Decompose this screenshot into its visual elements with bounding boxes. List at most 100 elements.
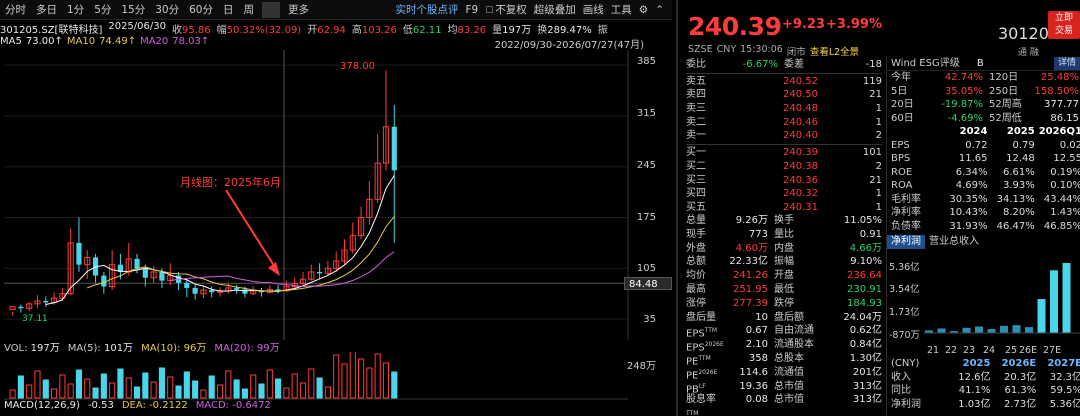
stats-row: EPS2026E 2.10 流通股本 0.84亿 [686,338,882,353]
forecast-year-1: 2025 [962,358,991,369]
period-intraday[interactable]: 分时 [0,0,31,20]
volume-bar [341,363,348,399]
overlay-button[interactable]: 超级叠加 [534,0,576,20]
stat-key-text: 涨停 [686,297,706,309]
stat-value-2: 11.05% [843,215,882,226]
forecast-value: 59.5% [1050,385,1080,396]
avg-key: 均 [447,25,458,36]
stat-key-text: 现手 [686,228,706,240]
kline-panel[interactable]: 分时 多日 1分 5分 15分 30分 60分 日 周 更多 实时个股点评 F9… [0,0,672,416]
stat-value-2: 24.04万 [843,311,882,323]
esg-detail-button[interactable]: 详情 [1053,57,1080,70]
forecast-currency: (CNY) [891,358,920,369]
period-week[interactable]: 周 [239,0,260,20]
fund-key: ROE [891,166,913,178]
ma10-key: MA10 [66,36,96,47]
stat-value-2: 0.84亿 [849,339,882,351]
stat-key: 现手 [686,228,726,242]
fund-value: 11.65 [958,153,988,164]
period-more[interactable]: 更多 [283,0,314,20]
stat-value-2: 184.93 [847,297,882,309]
forecast-year-2: 2026E [1001,358,1037,369]
volume-bar [175,385,182,399]
bids-volume: 1 [875,201,882,213]
bids-volume: 1 [875,188,882,200]
np-bar [1062,263,1071,333]
draw-line-button[interactable]: 画线 [583,0,604,20]
settings-icon[interactable]: ⚙ [639,0,648,20]
np-bar [1037,299,1046,333]
stat-key: 总额 [686,255,726,269]
fund-key: 净利率 [891,207,921,218]
asks-row: 卖一 240.40 2 [686,129,882,143]
stock-review-link[interactable]: 实时个股点评 [395,0,458,20]
kline-chart[interactable] [0,50,672,340]
amp-value: 50.32%(32.09) [226,25,302,36]
y-tick-105: 105 [636,263,656,274]
volume-bar [150,381,157,399]
np-bar [975,326,983,333]
fund-row: ROE 6.34% 6.61% 0.19% [887,166,1080,180]
volume-bar [42,379,49,399]
bids-price: 240.39 [783,147,818,159]
turn-value: 289.47% [547,25,592,36]
bids-row: 买一 240.39 101 [686,146,882,160]
stat-key: 外盘 [686,242,726,256]
volume-bar [17,375,24,399]
forecast-key: 净利润 [891,398,921,410]
period-multiday[interactable]: 多日 [31,0,62,20]
no-adjust-toggle[interactable]: 不复权 [485,0,527,21]
more-key: 振 [597,25,608,36]
perf-value-2: 86.15 [1050,112,1079,124]
asks-price: 240.50 [783,89,818,101]
stats-row: 总额 22.33亿 振幅 9.10% [686,255,882,269]
stat-value: 114.6 [739,366,768,378]
period-month[interactable] [262,1,280,18]
stat-key-2: 最低 [774,283,794,295]
bids-volume: 21 [869,174,882,186]
tab-net-profit[interactable]: 净利润 [887,235,925,249]
perf-value: 42.74% [944,72,983,83]
l2-link[interactable]: 查看L2全景 [810,44,859,58]
stats-row: 涨停 277.39 跌停 184.93 [686,297,882,311]
stat-key-2: 自由流通 [774,325,814,337]
fundamentals-panel: Wind ESG评级 B 详情 今年 42.74% 120日 25.48% 5日 35.0… [886,56,1080,416]
high-key: 高 [351,25,362,36]
stat-key-text: 股息率 [686,394,716,406]
perf-key-2: 250日 [989,85,1019,97]
price-change-pct: +3.99% [826,17,882,32]
volume-bar [109,382,116,399]
period-30min[interactable]: 30分 [150,0,184,20]
stats-table: 总量 9.26万 换手 11.05% 现手 773 量比 0.91 外盘 4.60万 内盘 4.66万… [686,214,882,416]
period-15min[interactable]: 15分 [116,0,150,20]
volume-bar [258,383,265,399]
stat-key-2: 流通股本 [774,339,814,351]
period-60min[interactable]: 60分 [184,0,218,20]
np-y-4: -870万 [889,330,921,341]
volume-bar [382,362,390,399]
bids-volume: 2 [875,160,882,172]
bids-price: 240.32 [783,188,818,200]
trade-button[interactable]: 立即 交易 [1048,11,1080,39]
tab-revenue[interactable]: 营业总收入 [925,235,983,249]
fund-row: ROA 4.69% 3.93% 0.10% [887,179,1080,193]
stat-key: EPSTTM [686,324,726,339]
candle-body [184,282,190,288]
candle-body [234,287,240,290]
f9-button[interactable]: F9 [465,0,478,20]
period-5min[interactable]: 5分 [89,0,116,20]
fund-key: 毛利率 [891,193,921,205]
period-day[interactable]: 日 [218,0,239,20]
expand-icon[interactable]: ⌃ [655,0,664,20]
tools-button[interactable]: 工具 [611,0,632,20]
quote-time: 15:30:06 [740,44,783,55]
period-1min[interactable]: 1分 [62,0,89,20]
fund-value: 0.02 [1059,139,1080,151]
stat-key: 盘后量 [686,311,726,325]
stock-code-name: 301205.SZ[联特科技] [0,25,103,36]
asks-volume: 1 [875,103,882,115]
asks-row: 卖五 240.52 119 [686,75,882,89]
market-status: 闭市 [786,47,806,58]
bids-label: 买四 [686,188,706,200]
volume-bar [26,384,33,399]
